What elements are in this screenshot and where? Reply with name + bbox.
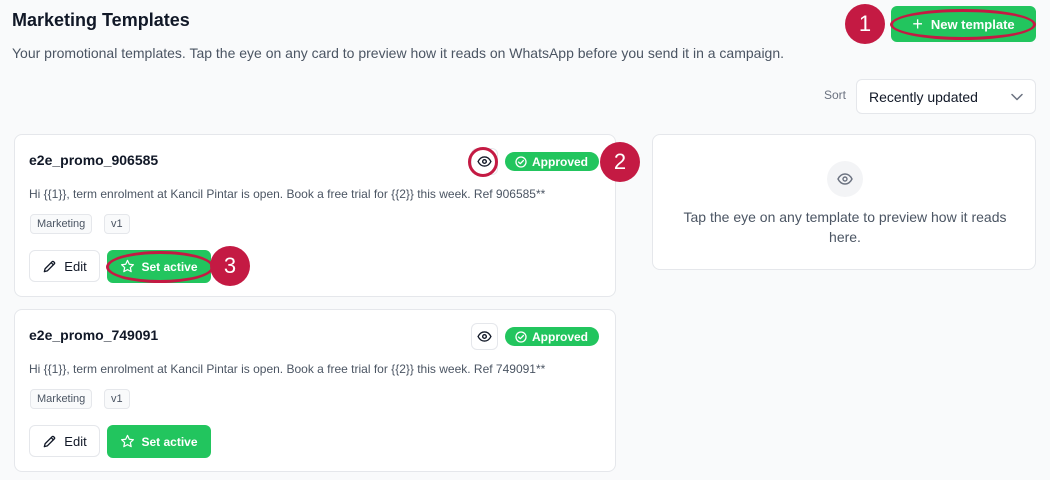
- edit-button[interactable]: Edit: [29, 250, 100, 282]
- set-active-label: Set active: [141, 259, 198, 274]
- template-name: e2e_promo_906585: [29, 152, 159, 168]
- preview-panel: Tap the eye on any template to preview h…: [652, 134, 1036, 270]
- version-tag: v1: [104, 214, 130, 234]
- annotation-badge: 1: [845, 4, 885, 44]
- check-circle-icon: [515, 155, 527, 168]
- preview-eye-icon: [827, 161, 863, 197]
- category-tag: Marketing: [30, 214, 93, 234]
- status-badge: Approved: [505, 152, 600, 171]
- category-tag: Marketing: [30, 389, 93, 409]
- set-active-label: Set active: [141, 434, 198, 449]
- edit-button[interactable]: Edit: [29, 425, 100, 457]
- eye-icon: [477, 331, 492, 342]
- pencil-icon: [43, 435, 56, 447]
- edit-label: Edit: [64, 433, 87, 449]
- preview-eye-button[interactable]: [471, 323, 498, 350]
- sort-label: Sort: [824, 88, 847, 102]
- set-active-button[interactable]: Set active: [107, 250, 211, 283]
- edit-label: Edit: [64, 258, 87, 274]
- new-template-label: New template: [930, 16, 1015, 32]
- status-label: Approved: [532, 329, 589, 344]
- template-body: Hi {{1}}, term enrolment at Kancil Pinta…: [29, 362, 546, 376]
- annotation-badge: 3: [210, 246, 250, 286]
- star-icon: [121, 259, 135, 273]
- plus-icon: +: [912, 14, 923, 34]
- annotation-badge: 2: [600, 142, 640, 182]
- sort-value: Recently updated: [869, 88, 978, 105]
- preview-empty-text: Tap the eye on any template to preview h…: [683, 209, 1007, 245]
- sort-select[interactable]: Recently updated: [856, 79, 1036, 114]
- page-header: Marketing Templates Your promotional tem…: [12, 8, 784, 62]
- check-circle-icon: [515, 330, 527, 343]
- template-name: e2e_promo_749091: [29, 327, 159, 343]
- status-label: Approved: [532, 154, 589, 169]
- star-icon: [121, 434, 135, 448]
- template-card: e2e_promo_906585 Approved Hi {{1}}, term…: [14, 134, 616, 297]
- template-card: e2e_promo_749091 Approved Hi {{1}}, term…: [14, 309, 616, 472]
- status-badge: Approved: [505, 327, 600, 346]
- page-subtitle: Your promotional templates. Tap the eye …: [12, 45, 785, 61]
- version-tag: v1: [104, 389, 130, 409]
- page-title: Marketing Templates: [12, 10, 190, 30]
- chevron-down-icon: [1011, 93, 1023, 100]
- pencil-icon: [43, 260, 56, 272]
- template-body: Hi {{1}}, term enrolment at Kancil Pinta…: [29, 187, 546, 201]
- set-active-button[interactable]: Set active: [107, 425, 211, 458]
- preview-eye-button[interactable]: [471, 148, 498, 175]
- new-template-button[interactable]: + New template: [891, 6, 1036, 42]
- eye-icon: [837, 173, 853, 185]
- eye-icon: [477, 156, 492, 167]
